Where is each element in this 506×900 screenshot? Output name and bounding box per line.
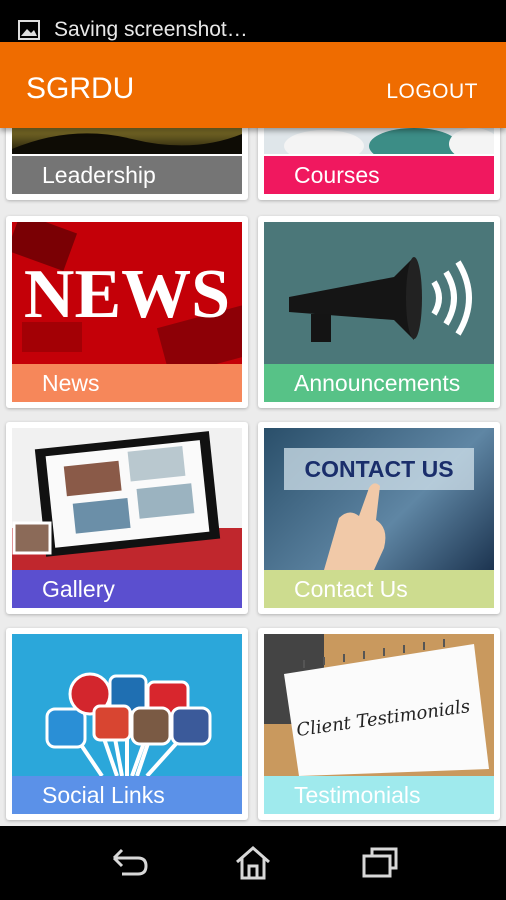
status-bar: Saving screenshot… <box>0 0 506 42</box>
tile-label: Social Links <box>12 776 242 814</box>
tile-label: Contact Us <box>264 570 494 608</box>
tile-label: Testimonials <box>264 776 494 814</box>
tile-label: Leadership <box>12 156 242 194</box>
back-icon[interactable] <box>108 844 150 882</box>
navigation-bar <box>0 826 506 900</box>
notification-text: Saving screenshot… <box>54 18 248 41</box>
contact-us-image: CONTACT US <box>264 428 494 570</box>
social-links-image <box>12 634 242 776</box>
app-bar: SGRDU LOGOUT <box>0 42 506 128</box>
google-plus-icon <box>92 704 132 742</box>
gallery-image <box>12 428 242 570</box>
testimonials-image: Client Testimonials <box>264 634 494 776</box>
image-notification-icon <box>18 20 40 40</box>
facebook-icon <box>170 706 212 746</box>
tile-contact-us[interactable]: CONTACT US Contact Us <box>258 422 500 614</box>
tile-label: Announcements <box>264 364 494 402</box>
tile-social-links[interactable]: Social Links <box>6 628 248 820</box>
tile-gallery[interactable]: Gallery <box>6 422 248 614</box>
twitter-icon <box>45 707 87 749</box>
tile-label: News <box>12 364 242 402</box>
tile-testimonials[interactable]: Client Testimonials Testimonials <box>258 628 500 820</box>
recents-icon[interactable] <box>360 844 400 882</box>
announcements-image <box>264 222 494 364</box>
news-image: NEWS <box>12 222 242 364</box>
tile-label: Courses <box>264 156 494 194</box>
megaphone-icon <box>264 222 494 364</box>
instagram-icon <box>130 706 172 746</box>
home-icon[interactable] <box>233 844 273 882</box>
app-title: SGRDU <box>26 72 135 105</box>
news-art-text: NEWS <box>24 256 230 333</box>
contact-us-art-text: CONTACT US <box>304 456 453 482</box>
tile-label: Gallery <box>12 570 242 608</box>
tile-announcements[interactable]: Announcements <box>258 216 500 408</box>
tile-news[interactable]: NEWS News <box>6 216 248 408</box>
logout-button[interactable]: LOGOUT <box>386 80 478 104</box>
